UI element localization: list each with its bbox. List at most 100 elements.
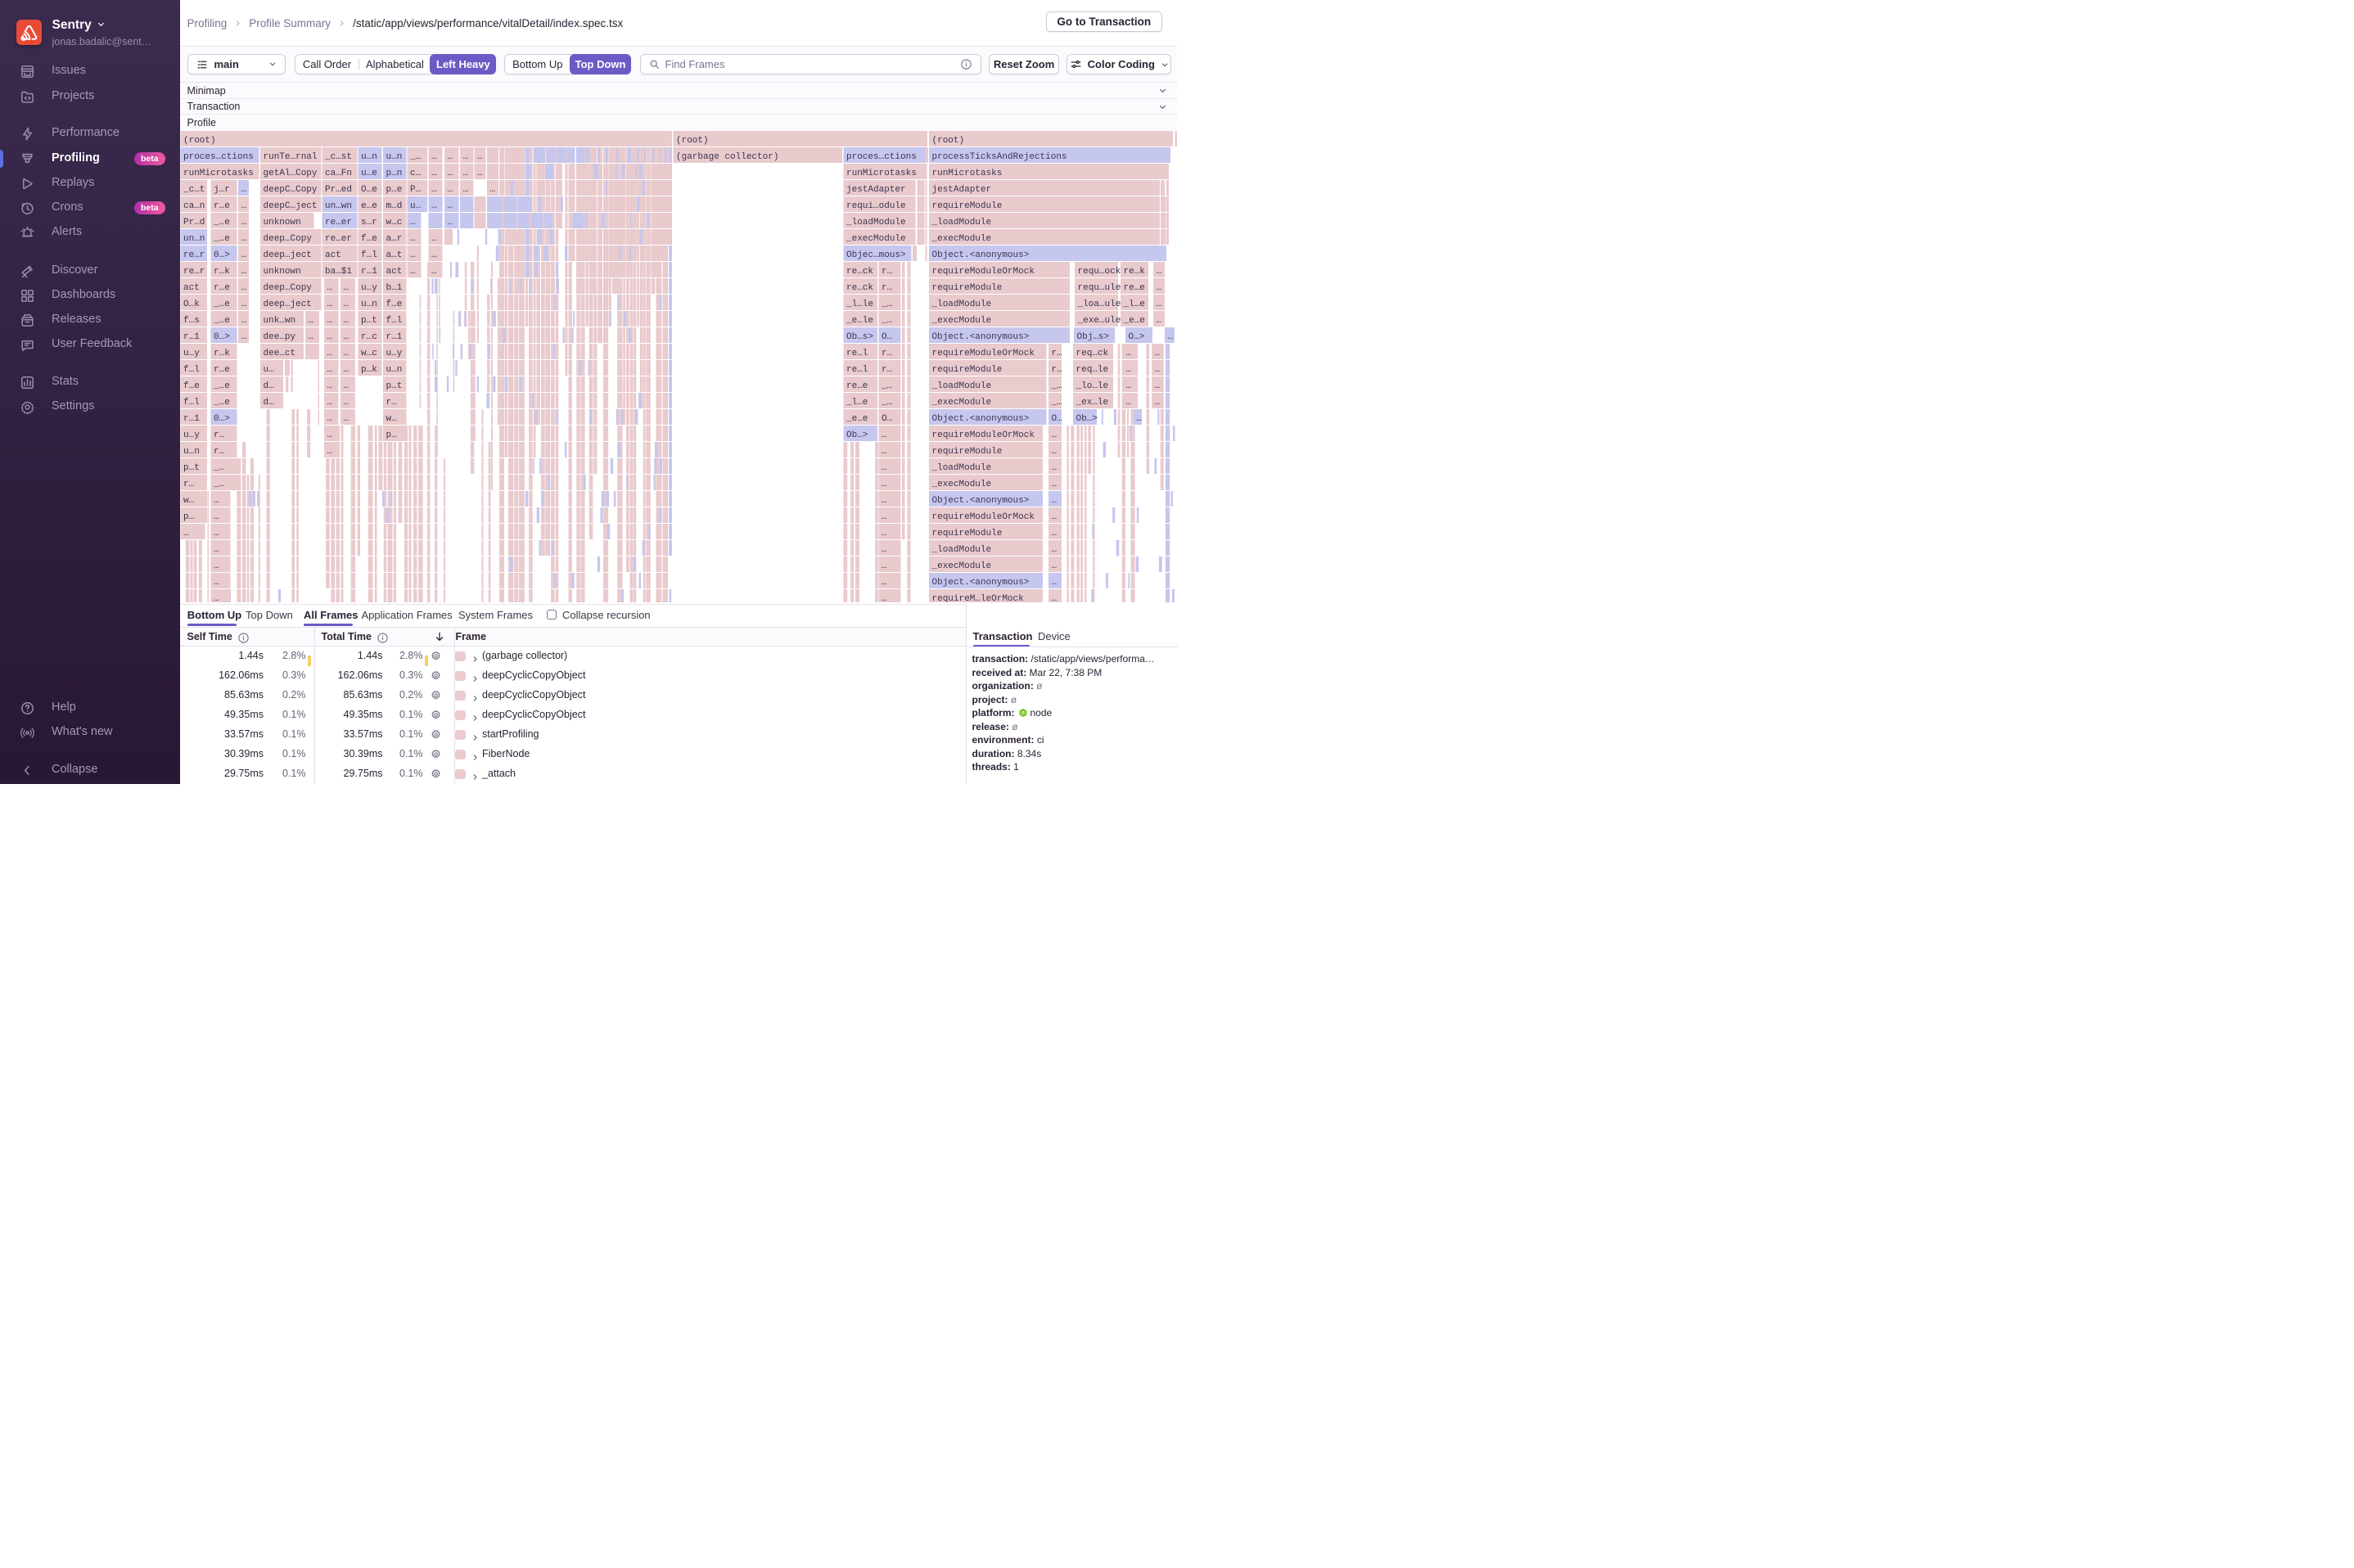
svg-text:…: … [241, 332, 247, 342]
svg-text:…: … [431, 250, 437, 260]
svg-text:act: act [325, 250, 341, 260]
svg-text:…: … [1126, 349, 1132, 358]
svg-text:m…d: m…d [386, 201, 403, 211]
svg-text:_execModule: _execModule [931, 398, 992, 408]
svg-text:…: … [1052, 463, 1057, 473]
svg-text:…: … [1126, 398, 1132, 408]
svg-text:ca…Fn: ca…Fn [325, 169, 352, 178]
svg-text:…: … [1052, 545, 1057, 555]
svg-text:un…n: un…n [183, 234, 205, 244]
svg-text:un…wn: un…wn [325, 201, 352, 211]
svg-text:proces…ctions: proces…ctions [846, 152, 917, 162]
svg-text:…: … [431, 169, 437, 178]
svg-text:_loadModule: _loadModule [931, 300, 992, 309]
svg-text:u…n: u…n [361, 300, 377, 309]
svg-text:act: act [386, 267, 403, 277]
svg-text:dee…ct: dee…ct [264, 349, 296, 358]
svg-text:_loa…ule: _loa…ule [1077, 300, 1121, 309]
svg-text:…: … [1052, 561, 1057, 571]
svg-text:…: … [431, 234, 437, 244]
svg-text:_…: _… [213, 480, 224, 489]
svg-text:…: … [344, 300, 349, 309]
svg-text:…: … [1155, 398, 1161, 408]
svg-text:O…e: O…e [361, 185, 377, 195]
svg-text:Ob…>: Ob…> [846, 430, 868, 440]
svg-text:…: … [327, 332, 333, 342]
svg-text:f…l: f…l [361, 250, 377, 260]
svg-text:u…: u… [410, 201, 421, 211]
svg-text:r…1: r…1 [361, 267, 377, 277]
svg-text:(garbage collector): (garbage collector) [676, 152, 778, 162]
svg-text:…: … [183, 529, 189, 538]
svg-text:Object.<anonymous>: Object.<anonymous> [932, 414, 1030, 424]
svg-text:runMicrotasks: runMicrotasks [183, 169, 254, 178]
svg-text:r…: r… [214, 430, 224, 440]
svg-text:…: … [882, 463, 887, 473]
svg-text:requireModuleOrMock: requireModuleOrMock [932, 512, 1035, 522]
svg-text:u…n: u…n [386, 152, 403, 162]
svg-text:requireModuleOrMock: requireModuleOrMock [932, 267, 1035, 277]
svg-text:Ob…>: Ob…> [1076, 414, 1098, 424]
svg-text:p…: p… [386, 430, 397, 440]
svg-text:re…r: re…r [183, 267, 205, 277]
svg-text:_loadModule: _loadModule [846, 218, 906, 228]
svg-text:Pr…d: Pr…d [183, 218, 205, 228]
svg-text:requireModule: requireModule [932, 283, 1003, 293]
svg-text:(root): (root) [932, 136, 965, 146]
svg-text:…: … [882, 512, 887, 522]
svg-text:…: … [327, 447, 333, 457]
svg-text:f…e: f…e [183, 381, 200, 391]
svg-text:req…le: req…le [1076, 365, 1109, 375]
svg-text:u…n: u…n [386, 365, 403, 375]
svg-text:…: … [1157, 300, 1162, 309]
svg-text:re…k: re…k [1124, 267, 1146, 277]
svg-text:…: … [882, 496, 887, 506]
svg-text:…: … [344, 316, 349, 326]
svg-text:_exe…ule: _exe…ule [1077, 316, 1121, 326]
svg-text:p…t: p…t [386, 381, 403, 391]
svg-text:_loadModule: _loadModule [931, 381, 992, 391]
svg-text:…: … [448, 169, 453, 178]
svg-text:Obj…s>: Obj…s> [1077, 332, 1110, 342]
svg-text:u…n: u…n [183, 447, 200, 457]
svg-text:_e…e: _e…e [846, 414, 868, 424]
svg-text:unknown: unknown [264, 218, 301, 228]
svg-text:_execModule: _execModule [931, 234, 992, 244]
svg-text:deep…ject: deep…ject [264, 300, 312, 309]
svg-text:req…ck: req…ck [1076, 349, 1109, 358]
svg-text:f…e: f…e [361, 234, 377, 244]
svg-text:r…k: r…k [214, 267, 230, 277]
svg-text:O…: O… [882, 414, 892, 424]
svg-text:…: … [1157, 267, 1162, 277]
svg-text:u…y: u…y [361, 283, 377, 293]
svg-text:f…l: f…l [386, 316, 403, 326]
svg-text:u…y: u…y [183, 430, 200, 440]
svg-text:…: … [344, 398, 349, 408]
svg-text:_…e: _…e [213, 381, 230, 391]
svg-text:…: … [431, 201, 437, 211]
svg-text:s…r: s…r [361, 218, 377, 228]
svg-text:w…: w… [183, 496, 194, 506]
svg-text:…: … [882, 529, 887, 538]
svg-text:…: … [1052, 594, 1057, 602]
svg-text:ca…n: ca…n [183, 201, 205, 211]
svg-text:_…e: _…e [213, 300, 230, 309]
svg-text:re…e: re…e [846, 381, 868, 391]
svg-text:P…: P… [410, 185, 421, 195]
svg-text:_e…le: _e…le [846, 316, 873, 326]
svg-text:_…e: _…e [213, 218, 230, 228]
svg-text:…: … [477, 169, 483, 178]
svg-text:r…: r… [882, 365, 892, 375]
svg-text:…: … [431, 267, 437, 277]
svg-text:…: … [477, 152, 483, 162]
svg-text:_e…e: _e…e [1123, 316, 1145, 326]
svg-text:…: … [882, 594, 887, 602]
svg-text:_loadModule: _loadModule [931, 545, 992, 555]
svg-text:…: … [344, 349, 349, 358]
svg-text:p…e: p…e [386, 185, 403, 195]
svg-text:r…e: r…e [214, 365, 230, 375]
svg-text:…: … [1052, 430, 1057, 440]
svg-text:deepC…Copy: deepC…Copy [264, 185, 318, 195]
svg-text:0…>: 0…> [214, 250, 230, 260]
svg-text:r…e: r…e [214, 201, 230, 211]
